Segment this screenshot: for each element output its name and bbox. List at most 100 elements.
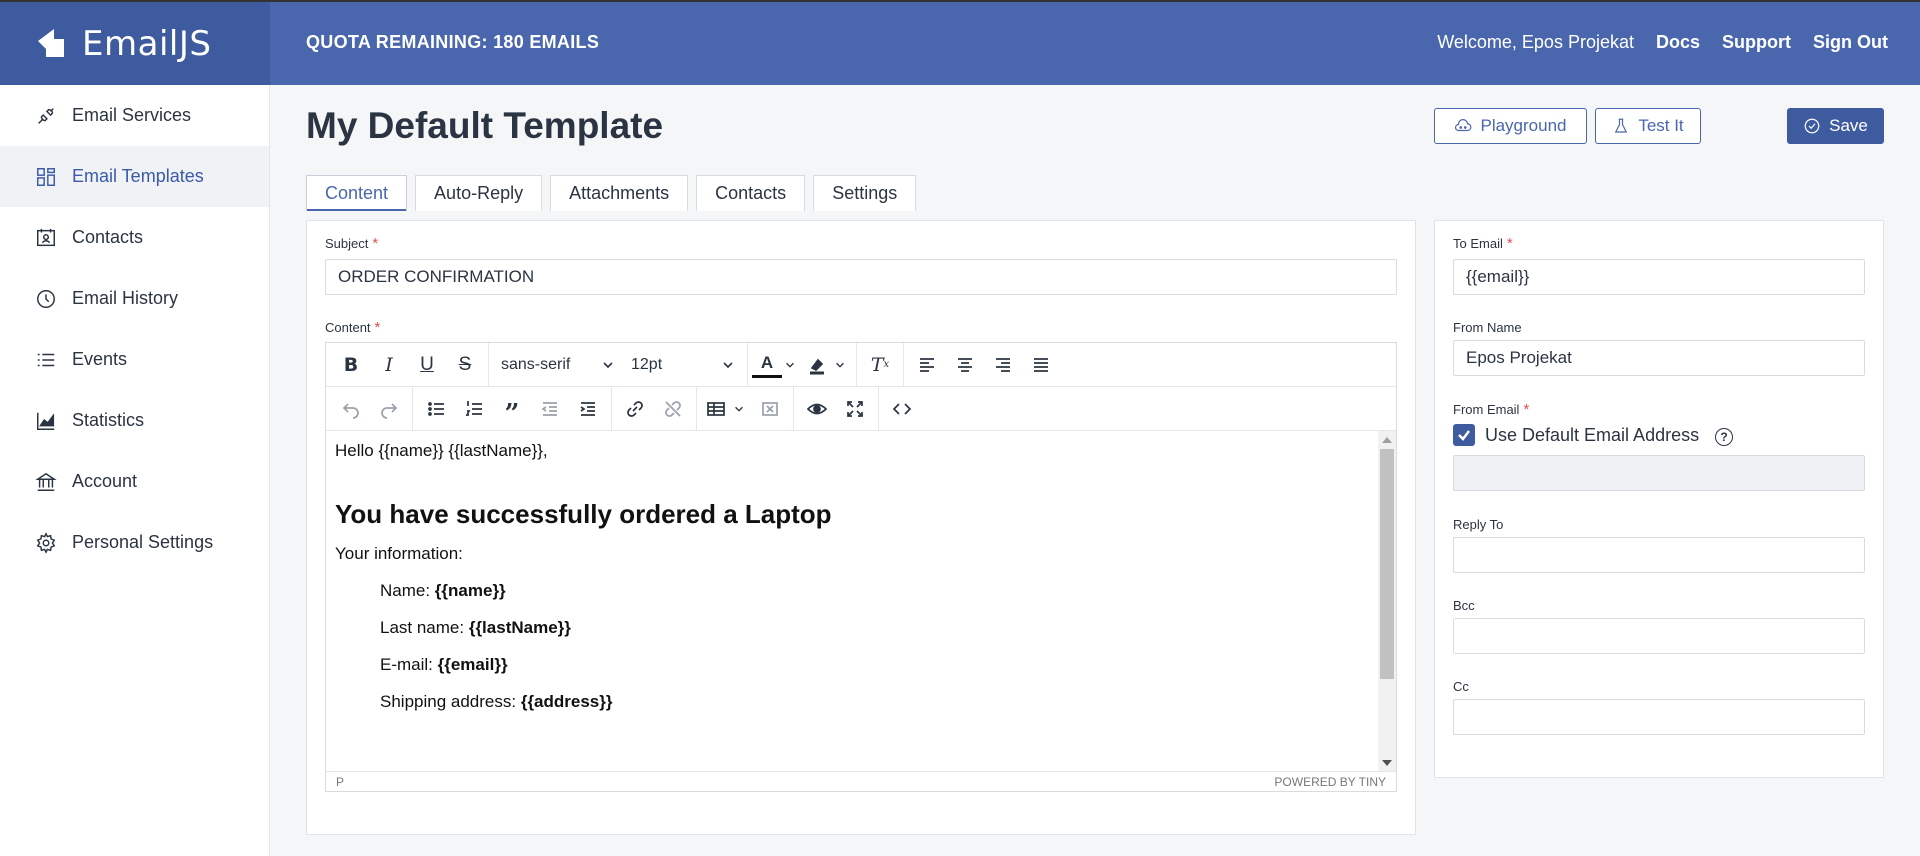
editor-content[interactable]: Hello {{name}} {{lastName}}, You have su…	[326, 431, 1380, 772]
bcc-input[interactable]	[1453, 618, 1865, 654]
delete-table-button[interactable]	[751, 392, 789, 426]
bullet-list-button[interactable]	[417, 392, 455, 426]
use-default-email-checkbox[interactable]	[1453, 424, 1475, 446]
powered-by-tiny[interactable]: POWERED BY TINY	[1274, 775, 1386, 789]
to-email-label: To Email *	[1453, 235, 1513, 252]
test-it-button[interactable]: Test It	[1595, 108, 1701, 144]
scroll-thumb[interactable]	[1380, 449, 1394, 679]
toolbar-divider	[747, 342, 748, 387]
sidebar-item-account[interactable]: Account	[0, 451, 269, 512]
sidebar-item-label: Contacts	[72, 227, 144, 247]
scroll-down-icon[interactable]	[1382, 760, 1392, 766]
bold-button[interactable]: B	[332, 348, 370, 382]
sidebar-item-personal-settings[interactable]: Personal Settings	[0, 512, 269, 573]
from-name-input[interactable]: Epos Projekat	[1453, 340, 1865, 376]
clear-formatting-button[interactable]: Tx	[861, 348, 899, 382]
rich-text-editor: B I U S sans-serif 12pt A T x ” Hello {{…	[325, 342, 1397, 792]
strikethrough-button[interactable]: S	[446, 348, 484, 382]
align-left-button[interactable]	[908, 348, 946, 382]
checkmark-icon	[1458, 430, 1470, 441]
sidebar-item-email-history[interactable]: Email History	[0, 268, 269, 329]
tab-settings[interactable]: Settings	[813, 175, 917, 211]
contacts-icon	[34, 226, 58, 250]
reply-to-input[interactable]	[1453, 537, 1865, 573]
sidebar-item-label: Account	[72, 471, 138, 491]
sidebar-item-email-services[interactable]: Email Services	[0, 85, 269, 146]
tab-auto-reply[interactable]: Auto-Reply	[415, 175, 543, 211]
sidebar-item-email-templates[interactable]: Email Templates	[0, 146, 269, 207]
from-email-input	[1453, 455, 1865, 491]
text-color-icon: A	[752, 352, 782, 378]
docs-link[interactable]: Docs	[1656, 32, 1700, 53]
subject-input[interactable]: ORDER CONFIRMATION	[325, 259, 1397, 295]
to-email-input[interactable]: {{email}}	[1453, 259, 1865, 295]
sidebar-item-label: Email Services	[72, 105, 192, 125]
indent-button[interactable]	[569, 392, 607, 426]
numbered-list-button[interactable]	[455, 392, 493, 426]
table-button[interactable]	[701, 392, 751, 426]
redo-button[interactable]	[370, 392, 408, 426]
indent-icon	[580, 401, 595, 416]
preview-button[interactable]	[798, 392, 836, 426]
subject-label: Subject *	[325, 235, 379, 252]
fullscreen-button[interactable]	[836, 392, 874, 426]
sidebar-item-events[interactable]: Events	[0, 329, 269, 390]
editor-scrollbar[interactable]	[1378, 431, 1396, 772]
use-default-email-label[interactable]: Use Default Email Address	[1485, 425, 1699, 446]
info-text: Your information:	[335, 544, 463, 563]
blockquote-button[interactable]: ”	[493, 392, 531, 429]
cc-input[interactable]	[1453, 699, 1865, 735]
sidebar-item-label: Events	[72, 349, 128, 369]
chevron-down-icon	[786, 362, 794, 368]
align-center-button[interactable]	[946, 348, 984, 382]
template-tabs: Content Auto-Reply Attachments Contacts …	[306, 175, 917, 211]
support-link[interactable]: Support	[1722, 32, 1791, 53]
sidebar-item-label: Email Templates	[72, 166, 204, 186]
insert-link-button[interactable]	[616, 392, 654, 426]
font-size-select[interactable]: 12pt	[623, 348, 743, 382]
gear-icon	[34, 531, 58, 555]
plug-icon	[34, 104, 58, 128]
sidebar: Email Services Email Templates Contacts …	[0, 85, 270, 856]
help-icon[interactable]: ?	[1715, 428, 1733, 446]
sidebar-item-statistics[interactable]: Statistics	[0, 390, 269, 451]
editor-statusbar: P POWERED BY TINY	[326, 771, 1396, 791]
tab-contacts[interactable]: Contacts	[696, 175, 806, 211]
bullet-list-icon	[428, 401, 444, 416]
font-family-select[interactable]: sans-serif	[493, 348, 623, 382]
toolbar-divider	[696, 386, 697, 431]
outdent-button[interactable]	[531, 392, 569, 426]
tab-content[interactable]: Content	[306, 175, 408, 211]
editor-toolbar-row-2: ”	[326, 386, 1396, 431]
italic-button[interactable]: I	[370, 348, 408, 382]
info-row-name: Name: {{name}}	[380, 581, 506, 600]
tab-attachments[interactable]: Attachments	[550, 175, 689, 211]
code-icon	[892, 402, 912, 415]
text-color-button[interactable]: A	[752, 352, 802, 378]
sidebar-item-label: Statistics	[72, 410, 145, 430]
source-code-button[interactable]	[883, 392, 921, 426]
sign-out-link[interactable]: Sign Out	[1813, 32, 1888, 53]
info-row-address: Shipping address: {{address}}	[380, 692, 613, 711]
flask-icon	[1615, 118, 1628, 133]
highlight-color-button[interactable]	[802, 348, 852, 382]
element-path[interactable]: P	[336, 775, 344, 789]
align-justify-icon	[1034, 357, 1048, 372]
playground-button[interactable]: Playground	[1434, 108, 1587, 144]
quota-remaining: QUOTA REMAINING: 180 EMAILS	[306, 32, 600, 52]
scroll-up-icon[interactable]	[1382, 437, 1392, 443]
align-right-button[interactable]	[984, 348, 1022, 382]
sidebar-item-label: Personal Settings	[72, 532, 214, 552]
align-justify-button[interactable]	[1022, 348, 1060, 382]
unlink-icon	[665, 400, 681, 417]
emailjs-logo-icon	[38, 28, 64, 57]
underline-button[interactable]: U	[408, 348, 446, 382]
user-nav: Welcome, Epos Projekat Docs Support Sign…	[1437, 32, 1888, 53]
align-left-icon	[920, 357, 934, 372]
undo-button[interactable]	[332, 392, 370, 426]
save-button[interactable]: Save	[1787, 108, 1884, 144]
brand[interactable]: EmailJS	[0, 2, 270, 85]
align-center-icon	[958, 357, 972, 372]
unlink-button[interactable]	[654, 392, 692, 426]
sidebar-item-contacts[interactable]: Contacts	[0, 207, 269, 268]
